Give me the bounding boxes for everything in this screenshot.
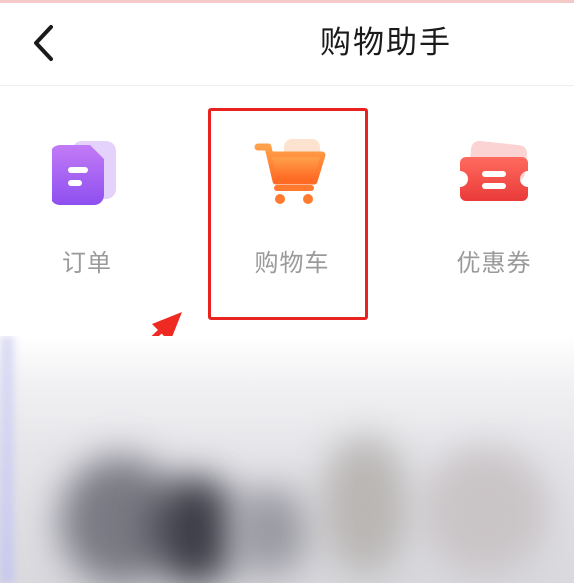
order-document-icon: [47, 126, 127, 216]
blurred-shape: [150, 476, 240, 583]
coupon-ticket-icon: [454, 126, 534, 216]
tool-coupons[interactable]: 优惠券: [419, 126, 569, 286]
shopping-cart-icon: [252, 126, 332, 216]
shopping-assistant-page: 购物助手 订单 购物车 优惠券: [0, 0, 574, 583]
blurred-shape: [230, 486, 310, 576]
page-title: 购物助手: [320, 25, 452, 61]
back-button[interactable]: [22, 21, 66, 65]
tool-orders[interactable]: 订单: [12, 126, 162, 286]
blurred-shape: [420, 446, 550, 576]
chevron-left-icon: [34, 25, 53, 61]
blurred-content-area: [0, 336, 574, 583]
tool-shopping-cart[interactable]: 购物车: [217, 126, 367, 286]
tool-label-orders: 订单: [62, 249, 112, 277]
blurred-shape: [320, 436, 410, 576]
tool-label-cart: 购物车: [254, 249, 330, 277]
tools-row: 订单 购物车 优惠券: [0, 86, 574, 336]
left-edge-strip: [0, 336, 14, 583]
header-bar: 购物助手: [0, 3, 574, 86]
tool-label-coupons: 优惠券: [456, 249, 532, 277]
